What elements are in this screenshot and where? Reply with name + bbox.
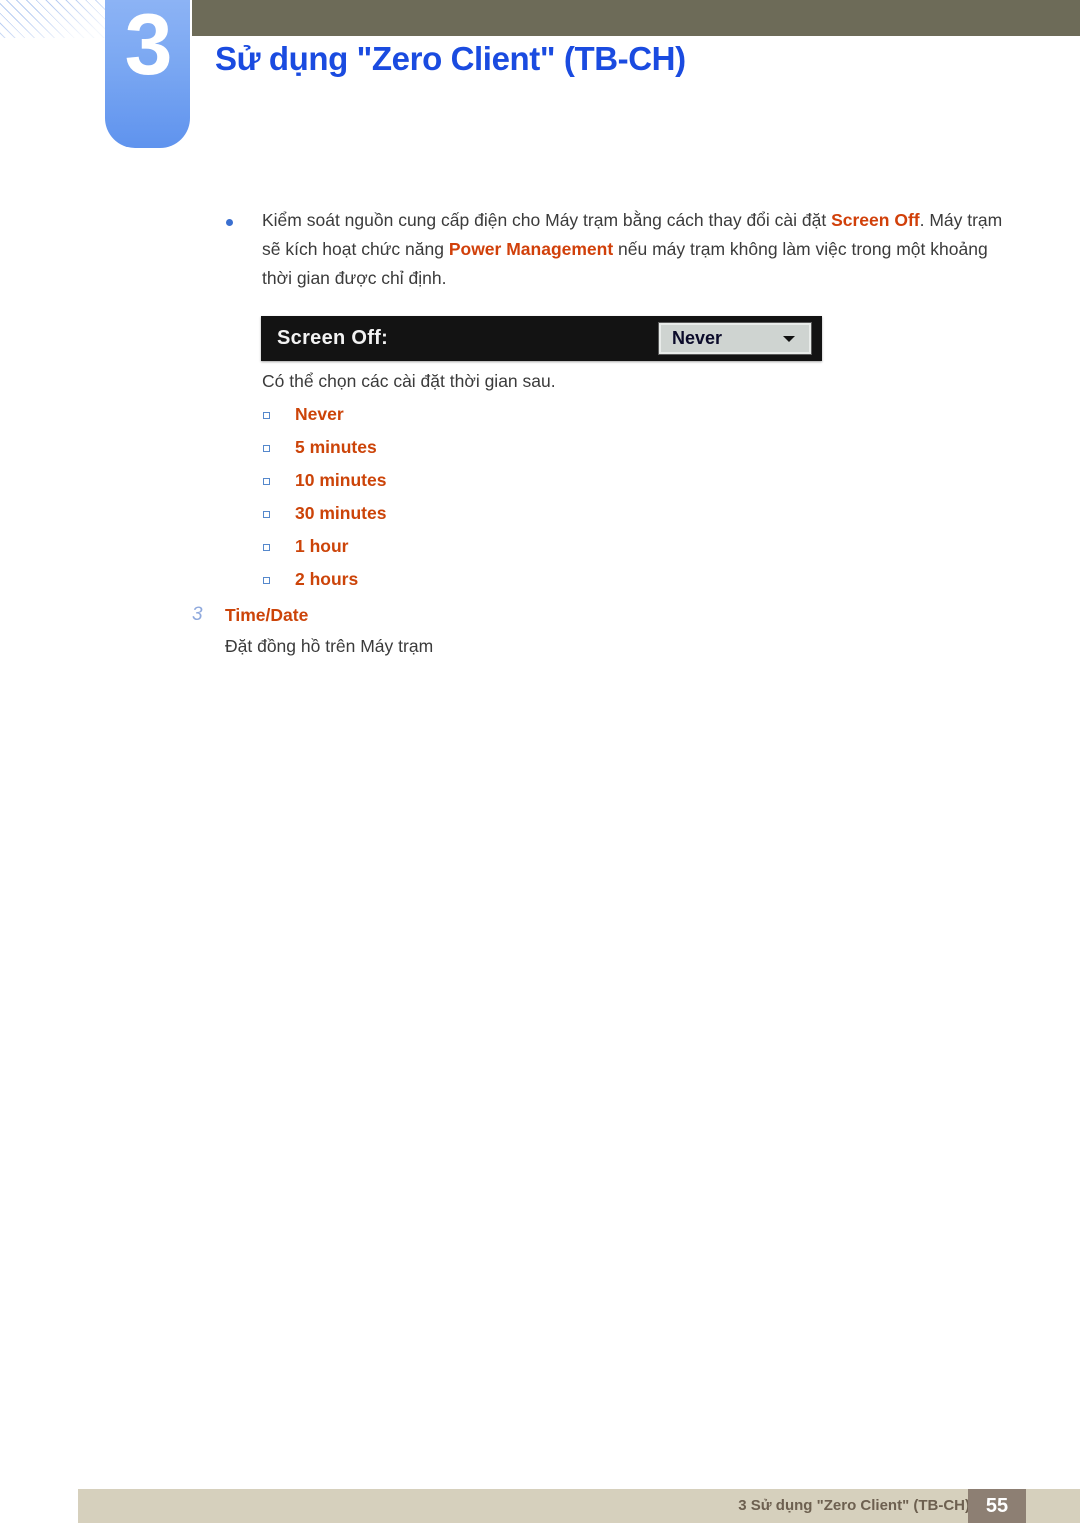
bullet-paragraph: Kiểm soát nguồn cung cấp điện cho Máy tr… — [262, 206, 1012, 293]
time-options-list: Never 5 minutes 10 minutes 30 minutes 1 … — [0, 402, 1080, 600]
chevron-down-icon — [783, 335, 795, 342]
list-item: 30 minutes — [0, 501, 1080, 534]
list-item: 5 minutes — [0, 435, 1080, 468]
square-bullet-icon — [263, 445, 270, 452]
paragraph-bold-screen-off: Screen Off — [831, 210, 920, 230]
step-number: 3 — [192, 604, 203, 625]
page-content: Kiểm soát nguồn cung cấp điện cho Máy tr… — [0, 206, 1080, 656]
chapter-number: 3 — [124, 0, 173, 93]
screen-off-label: Screen Off: — [277, 327, 389, 349]
list-item: Never — [0, 402, 1080, 435]
chapter-tab: 3 — [105, 0, 190, 148]
footer-chapter-label: 3 Sử dụng "Zero Client" (TB-CH) — [738, 1497, 970, 1514]
option-label: Never — [295, 404, 344, 424]
screen-off-dropdown[interactable]: Never — [658, 322, 812, 355]
option-label: 30 minutes — [295, 503, 387, 523]
bullet-dot-icon — [226, 219, 233, 226]
square-bullet-icon — [263, 511, 270, 518]
list-item: 10 minutes — [0, 468, 1080, 501]
header-band — [192, 0, 1080, 36]
list-item: 1 hour — [0, 534, 1080, 567]
option-label: 10 minutes — [295, 470, 387, 490]
square-bullet-icon — [263, 544, 270, 551]
step-description: Đặt đồng hồ trên Máy trạm — [225, 636, 434, 656]
page-footer: 3 Sử dụng "Zero Client" (TB-CH) 55 — [78, 1489, 1080, 1523]
option-label: 2 hours — [295, 569, 359, 589]
hatch-fade-overlay — [0, 0, 106, 38]
option-label: 1 hour — [295, 536, 349, 556]
page-title: Sử dụng "Zero Client" (TB-CH) — [215, 40, 686, 77]
option-label: 5 minutes — [295, 437, 377, 457]
screen-off-dropdown-value: Never — [672, 328, 723, 348]
page-header: 3 Sử dụng "Zero Client" (TB-CH) — [0, 0, 1080, 160]
options-intro-text: Có thể chọn các cài đặt thời gian sau. — [262, 371, 556, 391]
paragraph-text-1: Kiểm soát nguồn cung cấp điện cho Máy tr… — [262, 210, 832, 230]
list-item: 2 hours — [0, 567, 1080, 600]
step-title: Time/Date — [225, 605, 309, 625]
screen-off-widget: Screen Off: Never — [261, 316, 822, 361]
paragraph-bold-power-management: Power Management — [448, 239, 614, 259]
footer-page-number: 55 — [968, 1489, 1026, 1523]
square-bullet-icon — [263, 577, 270, 584]
square-bullet-icon — [263, 412, 270, 419]
bullet-paragraph-block: Kiểm soát nguồn cung cấp điện cho Máy tr… — [0, 206, 1080, 293]
square-bullet-icon — [263, 478, 270, 485]
